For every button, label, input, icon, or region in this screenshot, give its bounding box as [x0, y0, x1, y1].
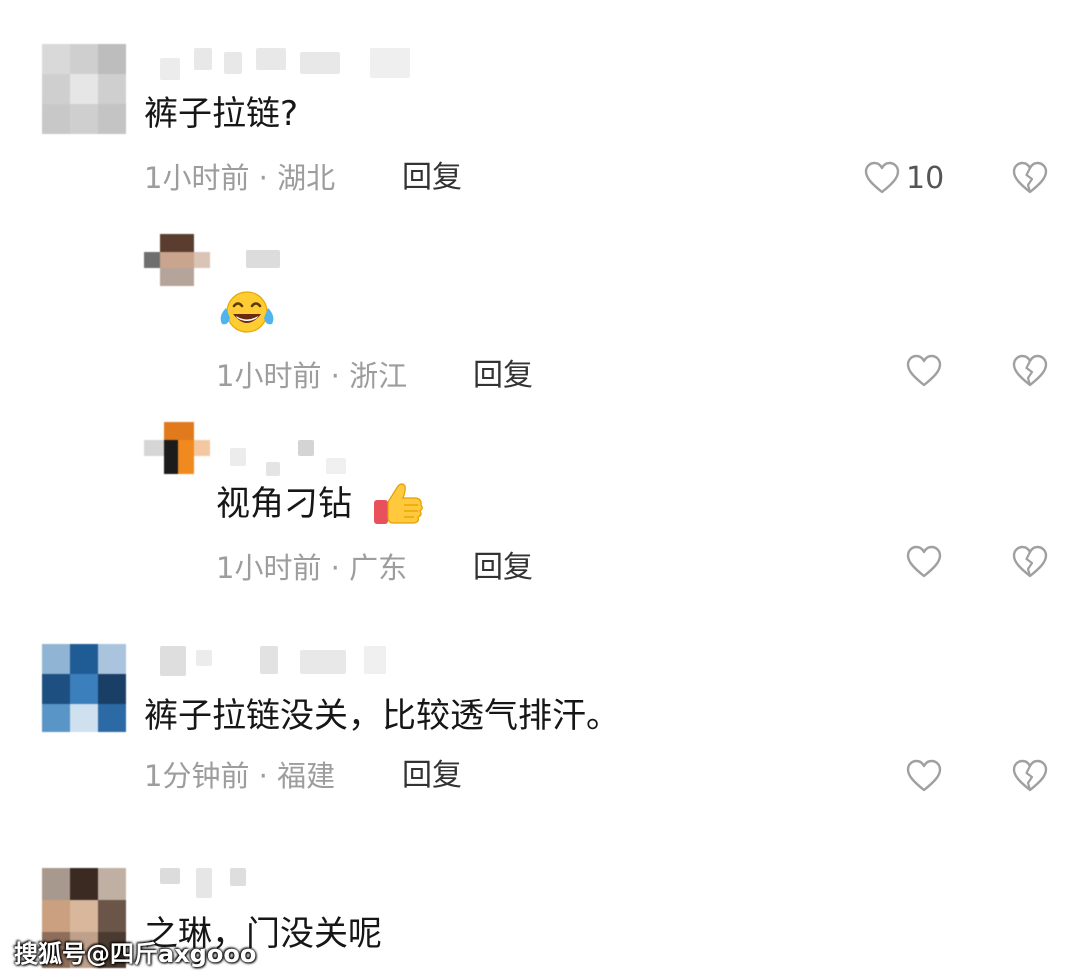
username-redacted[interactable]	[160, 646, 390, 676]
meta-separator: ·	[321, 551, 350, 585]
reply-button[interactable]: 回复	[473, 550, 533, 586]
broken-heart-icon[interactable]	[1012, 759, 1048, 793]
broken-heart-icon[interactable]	[1012, 161, 1048, 195]
username-redacted[interactable]	[160, 48, 420, 80]
comment-time: 1小时前	[144, 161, 250, 195]
avatar[interactable]	[42, 644, 126, 732]
comment-meta: 1小时前 · 广东	[216, 550, 407, 586]
comment-meta: 1小时前 · 浙江	[216, 358, 407, 394]
username-redacted[interactable]	[246, 250, 286, 276]
thumbs-up-emoji	[374, 483, 423, 524]
reply-item: 1小时前 · 浙江 回复	[0, 210, 1080, 400]
broken-heart-icon[interactable]	[1012, 545, 1048, 579]
avatar[interactable]	[144, 422, 210, 474]
meta-separator: ·	[249, 161, 278, 195]
meta-separator: ·	[249, 759, 278, 793]
comment-item: 裤子拉链没关，比较透气排汗。 1分钟前 · 福建 回复	[0, 600, 1080, 840]
comment-location: 福建	[277, 759, 336, 793]
comment-time: 1分钟前	[144, 759, 250, 793]
heart-outline-icon[interactable]	[864, 161, 900, 195]
tears-of-joy-emoji	[220, 291, 274, 333]
comment-meta: 1分钟前 · 福建	[144, 758, 335, 794]
comment-location: 浙江	[349, 359, 408, 393]
reply-button[interactable]: 回复	[402, 160, 462, 196]
username-redacted[interactable]	[160, 868, 260, 898]
broken-heart-icon[interactable]	[1012, 354, 1048, 388]
comment-item: 裤子拉链? 1小时前 · 湖北 回复 10	[0, 0, 1080, 210]
heart-outline-icon[interactable]	[906, 759, 942, 793]
meta-separator: ·	[321, 359, 350, 393]
heart-outline-icon[interactable]	[906, 354, 942, 388]
username-redacted[interactable]	[230, 438, 350, 476]
heart-outline-icon[interactable]	[906, 545, 942, 579]
comment-time: 1小时前	[216, 551, 322, 585]
comment-text: 裤子拉链?	[144, 94, 299, 134]
avatar[interactable]	[144, 234, 210, 286]
comment-text-body: 视角刁钻	[216, 484, 352, 524]
reply-item: 视角刁钻 1小时前 · 广东 回复	[0, 400, 1080, 600]
comment-text: 裤子拉链没关，比较透气排汗。	[144, 696, 620, 736]
comment-location: 湖北	[277, 161, 336, 195]
reply-button[interactable]: 回复	[473, 358, 533, 394]
watermark: 搜狐号@四斤axgooo	[14, 940, 257, 968]
comment-time: 1小时前	[216, 359, 322, 393]
reply-button[interactable]: 回复	[402, 758, 462, 794]
like-count: 10	[906, 161, 945, 196]
comment-text: 视角刁钻	[216, 484, 352, 524]
avatar[interactable]	[42, 44, 126, 134]
comment-meta: 1小时前 · 湖北	[144, 160, 335, 196]
comment-location: 广东	[349, 551, 408, 585]
